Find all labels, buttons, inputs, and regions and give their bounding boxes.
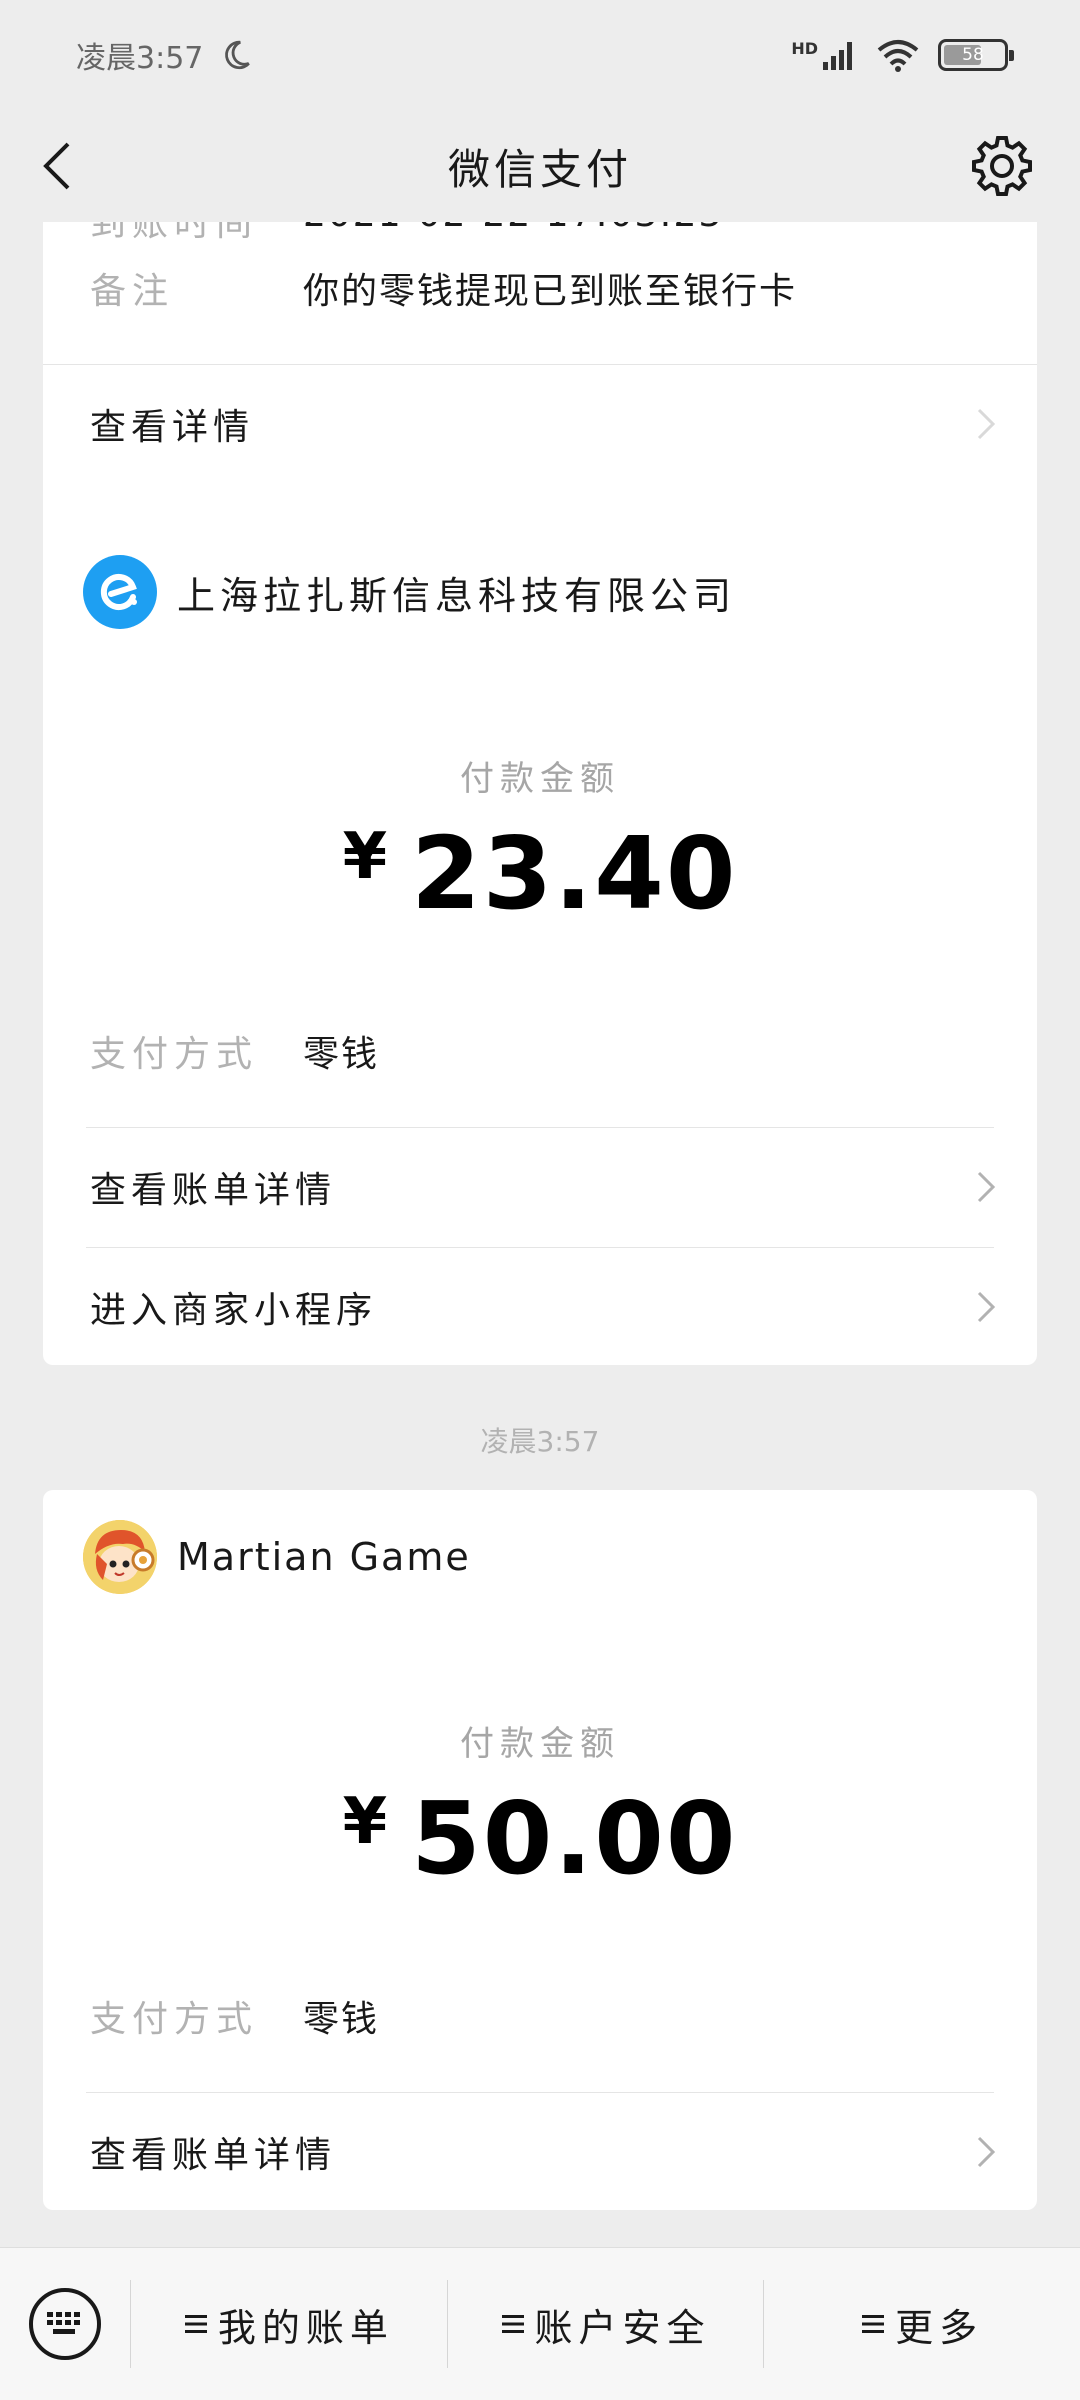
message-timestamp: 凌晨3:57 <box>480 1425 600 1458</box>
view-details-label: 查看详情 <box>90 407 255 448</box>
keyboard-toggle-button[interactable] <box>0 2248 130 2400</box>
chevron-right-icon <box>977 2136 996 2168</box>
gear-icon[interactable] <box>970 134 1034 198</box>
chevron-right-icon <box>977 1291 996 1323</box>
my-bills-label: 我的账单 <box>217 2305 394 2350</box>
menu-lines-icon <box>862 2315 885 2333</box>
my-bills-menu[interactable]: 我的账单 <box>131 2248 447 2400</box>
arrival-time-row: 到账时间 2021-02-22 17:03:23 <box>90 222 723 246</box>
merchant-miniprogram-link[interactable]: 进入商家小程序 <box>90 1267 999 1347</box>
signal-icon <box>823 42 852 70</box>
merchant-miniprogram-label: 进入商家小程序 <box>90 1290 378 1331</box>
payment-method-row: 支付方式 零钱 <box>90 1990 379 2042</box>
account-security-label: 账户安全 <box>534 2305 711 2350</box>
more-menu[interactable]: 更多 <box>764 2248 1080 2400</box>
view-bill-details-link[interactable]: 查看账单详情 <box>90 2112 999 2192</box>
amount-label: 付款金额 <box>460 759 620 799</box>
divider <box>86 1247 994 1248</box>
message-list[interactable]: 到账时间 2021-02-22 17:03:23 备注 你的零钱提现已到账至银行… <box>0 222 1080 2247</box>
arrival-time-key: 到账时间 <box>90 222 259 244</box>
divider <box>86 1127 994 1128</box>
divider <box>86 2092 994 2093</box>
eleme-logo-icon <box>83 555 157 629</box>
menu-lines-icon <box>184 2315 207 2333</box>
battery-level: 58 <box>962 45 984 65</box>
payment-method-row: 支付方式 零钱 <box>90 1025 379 1077</box>
status-bar: 凌晨3:57 HD 58 <box>0 0 1080 110</box>
remark-value: 你的零钱提现已到账至银行卡 <box>303 271 798 312</box>
payment-card: Martian Game 付款金额 ¥50.00 支付方式 零钱 查看账单详情 <box>43 1490 1037 2210</box>
merchant-name: 上海拉扎斯信息科技有限公司 <box>177 573 737 618</box>
remark-key: 备注 <box>90 271 175 312</box>
view-bill-details-label: 查看账单详情 <box>90 2135 337 2176</box>
chevron-right-icon <box>977 1171 996 1203</box>
network-type: HD <box>791 38 818 58</box>
currency-symbol: ¥ <box>342 820 388 894</box>
wifi-icon <box>877 40 919 72</box>
payment-method-key: 支付方式 <box>90 1034 259 1075</box>
currency-symbol: ¥ <box>342 1785 388 1859</box>
view-bill-details-link[interactable]: 查看账单详情 <box>90 1147 999 1227</box>
battery-icon: 58 <box>938 39 1014 71</box>
merchant-header[interactable]: Martian Game <box>83 1520 471 1594</box>
payment-card: 上海拉扎斯信息科技有限公司 付款金额 ¥23.40 支付方式 零钱 查看账单详情… <box>43 525 1037 1365</box>
more-label: 更多 <box>895 2305 984 2350</box>
status-left: 凌晨3:57 <box>76 33 253 77</box>
amount-label: 付款金额 <box>460 1724 620 1764</box>
payment-method-value: 零钱 <box>303 1999 380 2040</box>
view-bill-details-label: 查看账单详情 <box>90 1170 337 1211</box>
page-title: 微信支付 <box>447 144 632 194</box>
nav-bar: 微信支付 <box>0 110 1080 222</box>
bottom-menu-bar: 我的账单 账户安全 更多 <box>0 2247 1080 2400</box>
account-security-menu[interactable]: 账户安全 <box>448 2248 764 2400</box>
divider <box>43 364 1037 365</box>
moon-icon <box>225 40 251 70</box>
merchant-name: Martian Game <box>177 1535 471 1579</box>
payment-method-value: 零钱 <box>303 1034 380 1075</box>
amount-value: 23.40 <box>411 815 738 932</box>
remark-row: 备注 你的零钱提现已到账至银行卡 <box>90 262 797 314</box>
view-details-link[interactable]: 查看详情 <box>90 384 999 464</box>
chevron-right-icon <box>977 408 996 440</box>
payment-method-key: 支付方式 <box>90 1999 259 2040</box>
arrival-time-value: 2021-02-22 17:03:23 <box>303 222 723 246</box>
martian-game-avatar-icon <box>83 1520 157 1594</box>
payment-amount: ¥50.00 <box>43 1780 1037 1897</box>
status-right: HD 58 <box>791 38 1014 72</box>
status-time: 凌晨3:57 <box>76 41 204 76</box>
back-arrow-icon[interactable] <box>32 138 88 194</box>
merchant-header[interactable]: 上海拉扎斯信息科技有限公司 <box>83 555 736 629</box>
payment-amount: ¥23.40 <box>43 815 1037 932</box>
menu-lines-icon <box>501 2315 524 2333</box>
keyboard-icon <box>29 2288 101 2360</box>
amount-value: 50.00 <box>411 1780 738 1897</box>
